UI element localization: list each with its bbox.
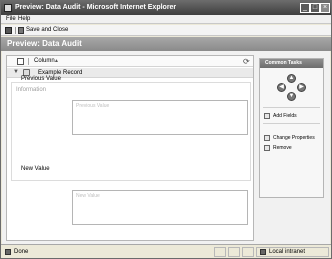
record-icon <box>23 69 30 76</box>
move-up-icon[interactable]: ▲ <box>287 74 296 83</box>
status-bar: Done Local intranet <box>1 244 331 258</box>
save-and-close-button[interactable]: Save and Close <box>26 27 68 34</box>
tasks-divider <box>263 123 320 124</box>
menu-file[interactable]: File <box>6 16 16 23</box>
status-panel <box>214 247 226 257</box>
toolbar-separator <box>15 27 16 34</box>
select-checkbox[interactable] <box>17 58 24 65</box>
zone-label: Local intranet <box>269 249 306 255</box>
maximize-button[interactable]: □ <box>310 3 320 13</box>
previous-value-placeholder: Previous Value <box>76 103 110 109</box>
new-value-label: New Value <box>21 166 50 172</box>
common-tasks-title: Common Tasks <box>265 60 302 66</box>
tasks-divider <box>263 107 320 108</box>
change-properties-label[interactable]: Change Properties <box>273 134 315 142</box>
section-title: Information <box>16 87 47 93</box>
common-tasks-header: Common Tasks <box>260 59 323 68</box>
refresh-icon[interactable]: ⟳ <box>243 57 250 66</box>
ie-icon <box>4 4 12 12</box>
form-header-bar: Column ▲ ⟳ <box>7 56 253 67</box>
page-title: Preview: Data Audit <box>7 39 82 48</box>
save-and-close-icon[interactable] <box>18 27 24 34</box>
page-done-icon <box>5 249 11 255</box>
browser-window: Preview: Data Audit - Microsoft Internet… <box>0 0 332 259</box>
remove-icon <box>264 145 270 151</box>
add-fields-icon <box>264 113 270 119</box>
minimize-button[interactable]: _ <box>300 3 310 13</box>
add-fields-label[interactable]: Add Fields <box>273 112 297 120</box>
move-right-icon[interactable]: ▶ <box>297 83 306 92</box>
move-down-icon[interactable]: ▼ <box>287 92 296 101</box>
properties-icon <box>264 135 270 141</box>
status-text: Done <box>14 249 29 255</box>
page-header: Preview: Data Audit <box>1 37 331 51</box>
column-separator <box>28 58 29 65</box>
menu-help[interactable]: Help <box>18 16 30 23</box>
intranet-zone-icon <box>260 249 266 255</box>
close-button[interactable]: × <box>320 3 330 13</box>
previous-value-field[interactable]: Previous Value <box>72 100 248 135</box>
menu-bar: File Help <box>1 15 331 24</box>
previous-value-label: Previous Value <box>21 76 61 82</box>
status-panel <box>228 247 240 257</box>
column-header[interactable]: Column <box>34 58 55 65</box>
new-value-placeholder: New Value <box>76 193 100 199</box>
record-nav-icon[interactable]: ▼ <box>13 69 19 76</box>
status-panel <box>242 247 254 257</box>
form-preview-panel: Column ▲ ⟳ ▼ Example Record Information … <box>6 55 254 241</box>
move-left-icon[interactable]: ◀ <box>277 83 286 92</box>
remove-label[interactable]: Remove <box>273 144 292 152</box>
new-value-field[interactable]: New Value <box>72 190 248 225</box>
sort-arrow-icon[interactable]: ▲ <box>54 58 59 65</box>
save-icon[interactable] <box>5 27 12 34</box>
common-tasks-panel: Common Tasks ▲ ◀ ▶ ▼ Add Fields Change P… <box>259 58 324 198</box>
window-title: Preview: Data Audit - Microsoft Internet… <box>15 4 177 11</box>
toolbar: Save and Close <box>1 25 331 36</box>
title-bar: Preview: Data Audit - Microsoft Internet… <box>1 1 331 15</box>
body-area: Column ▲ ⟳ ▼ Example Record Information … <box>2 51 330 244</box>
